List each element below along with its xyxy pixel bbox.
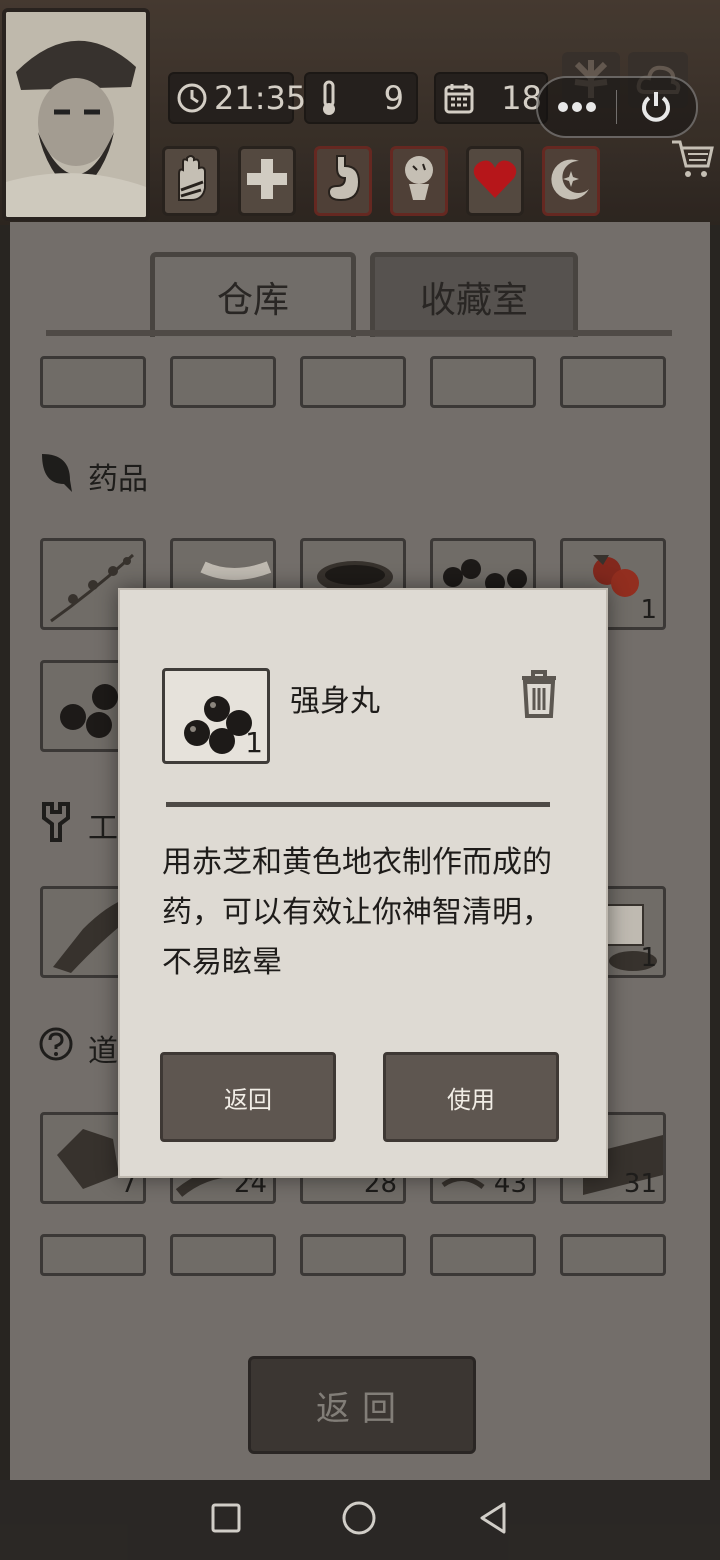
description-line: 不易眩晕	[162, 945, 282, 980]
description-line: 用赤芝和黄色地衣制作而成的	[162, 845, 552, 880]
trash-icon[interactable]	[518, 668, 560, 720]
dialog-item-slot: 1	[162, 668, 270, 764]
dialog-item-count: 1	[245, 726, 263, 759]
dialog-back-label: 返回	[224, 1085, 272, 1114]
dialog-use-button[interactable]: 使用	[383, 1052, 559, 1142]
description-line: 药，可以有效让你神智清明，	[162, 895, 552, 930]
dialog-item-name: 强身丸	[290, 684, 380, 719]
dialog-divider	[166, 802, 550, 807]
dialog-use-label: 使用	[447, 1085, 495, 1114]
dialog-description: 用赤芝和黄色地衣制作而成的 药，可以有效让你神智清明， 不易眩晕	[162, 838, 562, 988]
dialog-back-button[interactable]: 返回	[160, 1052, 336, 1142]
